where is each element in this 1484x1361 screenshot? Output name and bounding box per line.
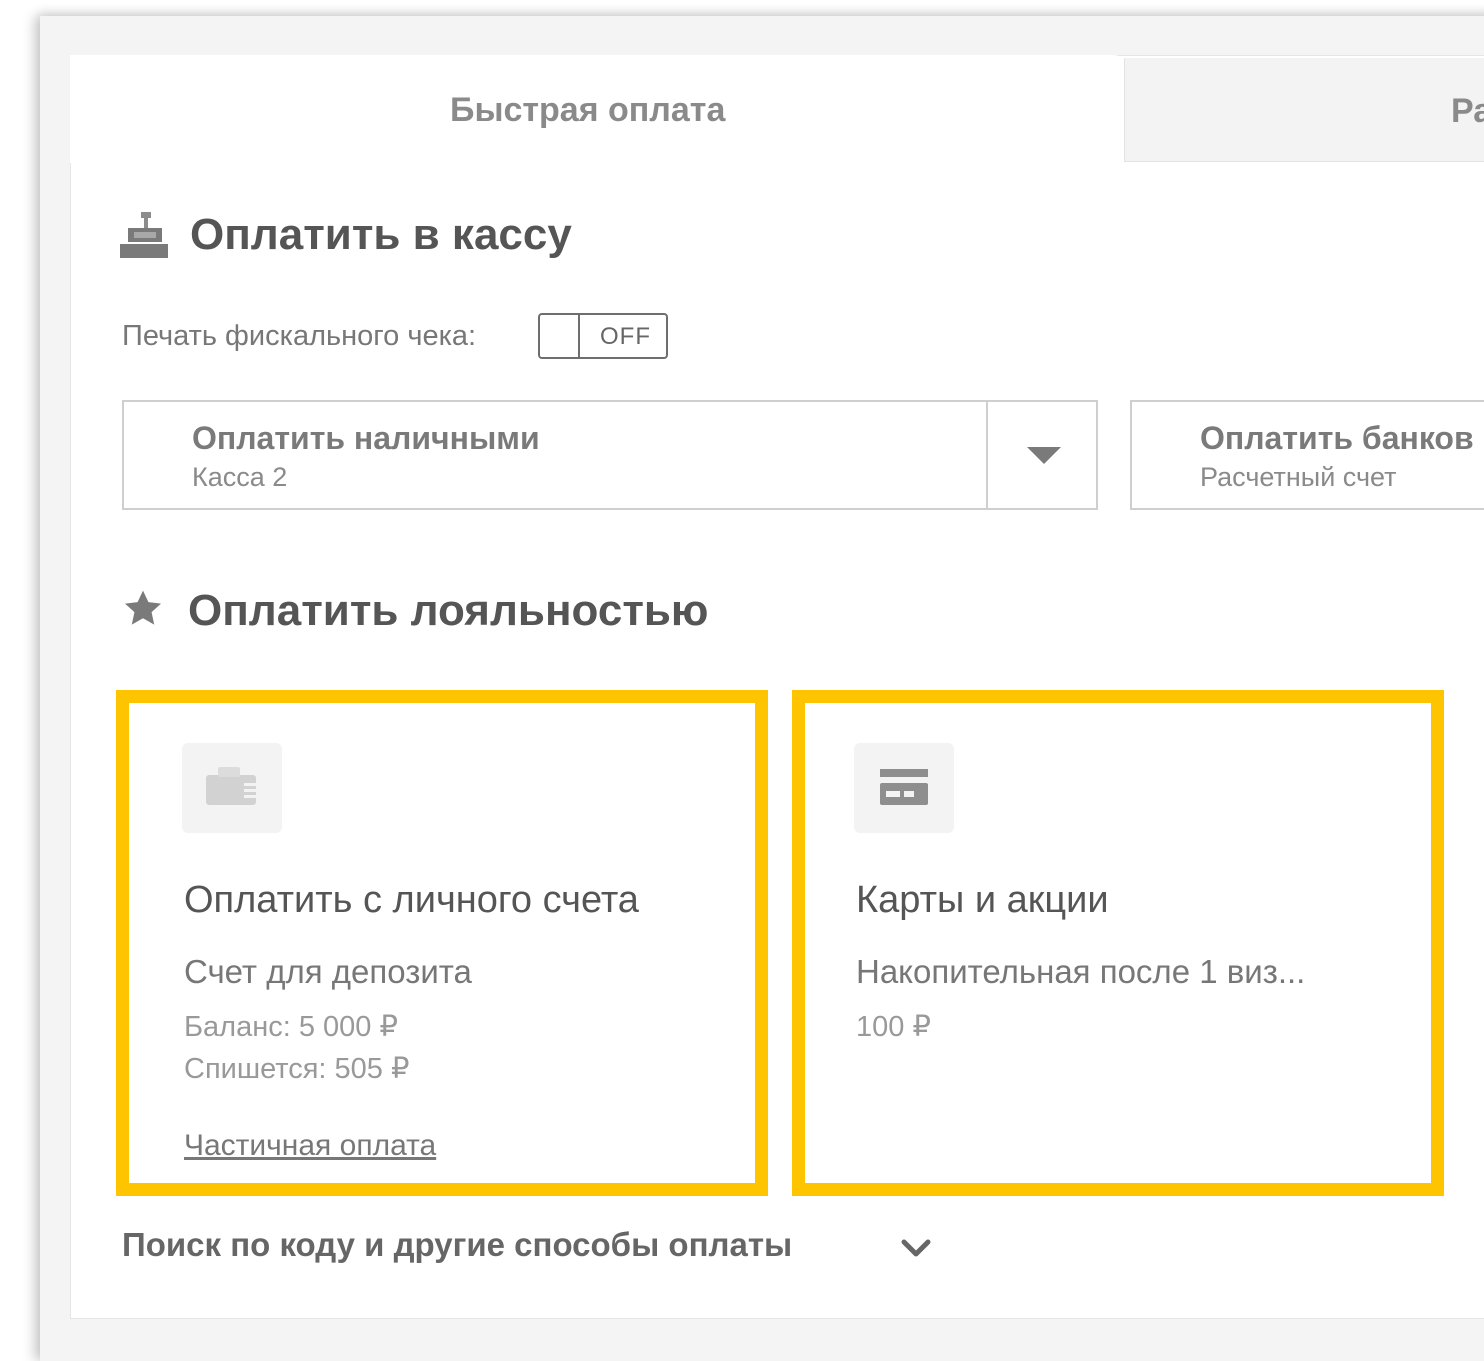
toggle-knob: [540, 315, 580, 357]
personal-account-charge: Спишется: 505 ₽: [184, 1053, 410, 1085]
cards-and-promos-card[interactable]: Карты и акции Накопительная после 1 виз.…: [792, 690, 1444, 1196]
tab-second[interactable]: Ра: [1124, 58, 1484, 162]
tab-quick-payment[interactable]: Быстрая оплата: [70, 55, 1124, 163]
fiscal-receipt-label: Печать фискального чека:: [122, 320, 477, 352]
more-payment-options-toggle[interactable]: Поиск по коду и другие способы оплаты: [122, 1226, 792, 1264]
cash-register-icon: [120, 210, 168, 258]
dropdown-arrow-icon[interactable]: [1027, 447, 1061, 464]
bank-payment-subtitle: Расчетный счет: [1200, 462, 1397, 492]
cash-payment-title: Оплатить наличными: [192, 420, 540, 456]
cash-payment-subtitle: Касса 2: [192, 462, 288, 492]
bank-payment-title: Оплатить банков: [1200, 420, 1474, 456]
cards-and-promos-title: Карты и акции: [856, 879, 1109, 921]
chevron-down-icon[interactable]: [900, 1236, 932, 1265]
personal-account-subtitle: Счет для депозита: [184, 953, 472, 990]
cash-payment-select[interactable]: Оплатить наличными Касса 2: [122, 400, 1098, 510]
toggle-state: OFF: [600, 323, 651, 350]
tab-quick-payment-label: Быстрая оплата: [450, 91, 726, 129]
partial-payment-link[interactable]: Частичная оплата: [184, 1129, 436, 1163]
fiscal-receipt-toggle[interactable]: OFF: [538, 313, 668, 359]
personal-account-balance: Баланс: 5 000 ₽: [184, 1011, 398, 1043]
cards-and-promos-amount: 100 ₽: [856, 1011, 931, 1043]
loyalty-section-title: Оплатить лояльностью: [188, 586, 709, 635]
personal-account-card[interactable]: Оплатить с личного счета Счет для депози…: [116, 690, 768, 1196]
select-divider: [986, 402, 988, 508]
credit-card-icon: [854, 743, 954, 833]
star-icon: [122, 588, 164, 630]
personal-account-title: Оплатить с личного счета: [184, 879, 639, 921]
cards-and-promos-subtitle: Накопительная после 1 виз...: [856, 953, 1306, 990]
wallet-icon: [182, 743, 282, 833]
bank-payment-button[interactable]: Оплатить банков Расчетный счет: [1130, 400, 1484, 510]
tab-second-label: Ра: [1451, 92, 1484, 130]
cashier-section-title: Оплатить в кассу: [190, 210, 572, 259]
